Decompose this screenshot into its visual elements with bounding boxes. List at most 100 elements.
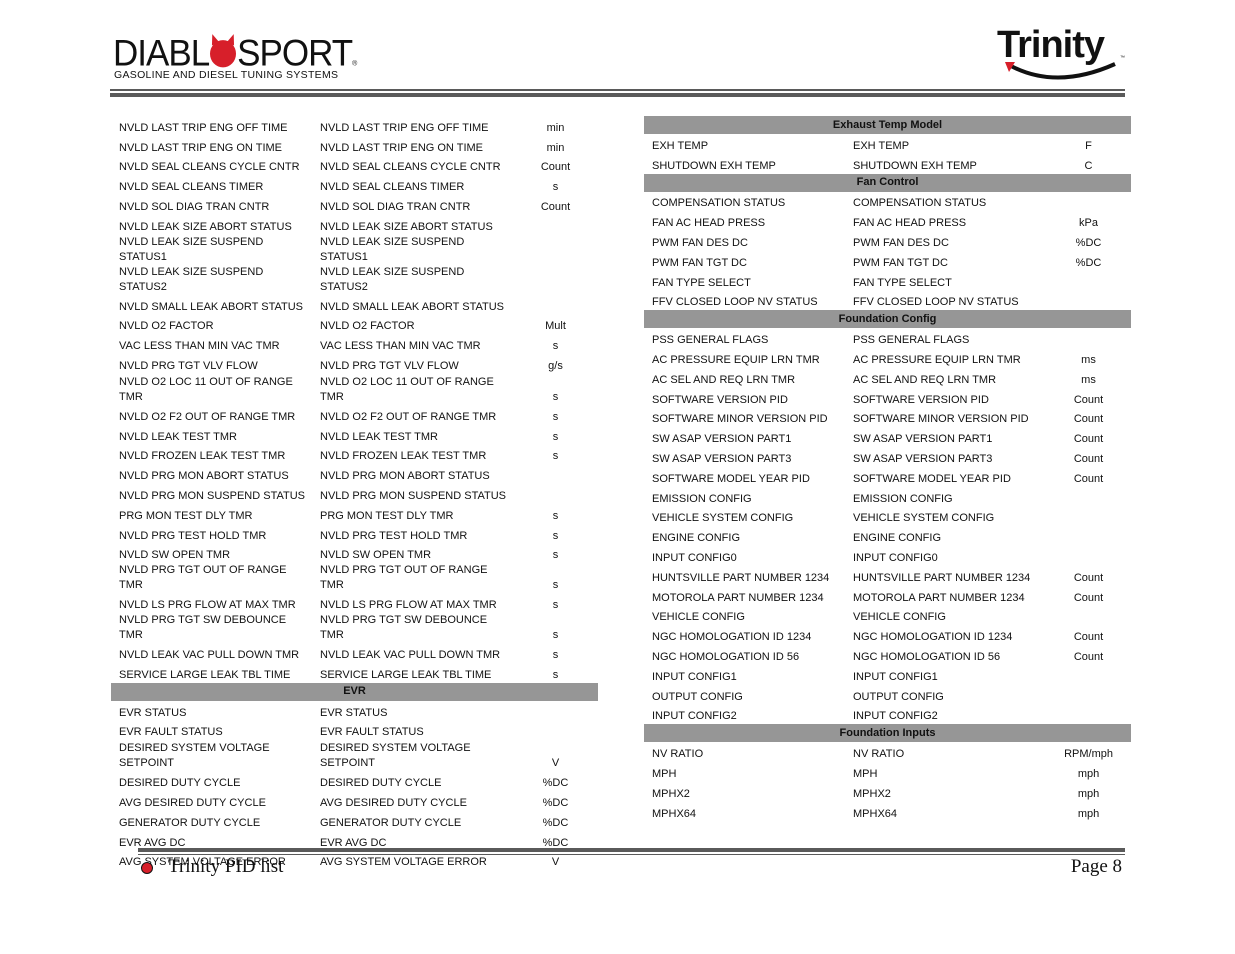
table-row: ENGINE CONFIG ENGINE CONFIG [644, 526, 1131, 546]
table-row: NVLD SOL DIAG TRAN CNTR NVLD SOL DIAG TRA… [111, 195, 598, 215]
pid-unit [1046, 487, 1131, 507]
pid-unit: ms [1081, 373, 1096, 386]
pid-name: NVLD SMALL LEAK ABORT STATUS [119, 300, 304, 313]
pid-unit: Count [540, 200, 571, 213]
table-row: MPHX64 MPHX64 mph [644, 802, 1131, 822]
swoosh-icon [1005, 62, 1116, 80]
pid-unit: mph [1077, 787, 1100, 800]
section-title: EVR [111, 682, 598, 701]
pid-unit: Mult [545, 320, 566, 333]
pid-name: MPH [652, 767, 677, 780]
pid-unit: s [552, 599, 559, 612]
table-row: NVLD SMALL LEAK ABORT STATUS NVLD SMALL L… [111, 295, 598, 315]
table-row: NVLD LEAK VAC PULL DOWN TMR NVLD LEAK VAC… [111, 643, 598, 663]
pid-name: OUTPUT CONFIG [652, 690, 743, 703]
table-row: NVLD LAST TRIP ENG ON TIME NVLD LAST TRIP… [111, 136, 598, 156]
pid-unit: s [552, 549, 559, 562]
table-row: NVLD LEAK SIZE SUSPEND STATUS1 NVLD LEAK … [111, 235, 598, 265]
pid-unit [1046, 507, 1131, 527]
table-row: SOFTWARE VERSION PID SOFTWARE VERSION PID… [644, 388, 1131, 408]
pid-description: NVLD PRG MON SUSPEND STATUS [320, 489, 507, 502]
pid-name: NVLD LEAK VAC PULL DOWN TMR [119, 648, 300, 661]
pid-name: NV RATIO [652, 748, 704, 761]
pid-description: DESIRED DUTY CYCLE [320, 777, 442, 790]
table-row: MPHX2 MPHX2 mph [644, 782, 1131, 802]
pid-name: NVLD O2 FACTOR [119, 320, 214, 333]
table-row: NVLD O2 FACTOR NVLD O2 FACTOR Mult [111, 315, 598, 335]
table-row: SHUTDOWN EXH TEMP SHUTDOWN EXH TEMP C [644, 154, 1131, 174]
pid-unit: mph [1077, 807, 1100, 820]
pid-unit: ms [1081, 353, 1096, 366]
pid-unit [513, 235, 598, 265]
table-row: EVR STATUS EVR STATUS [111, 701, 598, 721]
pid-description: VAC LESS THAN MIN VAC TMR [320, 340, 481, 353]
table-row: VEHICLE SYSTEM CONFIG VEHICLE SYSTEM CONF… [644, 507, 1131, 527]
pid-unit [513, 464, 598, 484]
pid-name: EVR FAULT STATUS [119, 726, 223, 739]
table-row: NVLD SEAL CLEANS CYCLE CNTR NVLD SEAL CLE… [111, 156, 598, 176]
table-row: DESIRED SYSTEM VOLTAGE SETPOINT DESIRED S… [111, 740, 598, 771]
pid-unit: s [552, 390, 559, 403]
table-row: PSS GENERAL FLAGS PSS GENERAL FLAGS [644, 328, 1131, 348]
left-pid-table: NVLD LAST TRIP ENG OFF TIME NVLD LAST TRI… [111, 116, 598, 870]
pid-unit [1046, 665, 1131, 685]
diablosport-logo: DIABL SPORT® GASOLINE AND DIESEL TUNING S… [113, 34, 363, 82]
pid-name: AVG DESIRED DUTY CYCLE [119, 796, 266, 809]
pid-description: FAN TYPE SELECT [853, 276, 952, 289]
pid-unit [1046, 271, 1131, 291]
pid-unit [1046, 328, 1131, 348]
pid-description: NVLD O2 LOC 11 OUT OF RANGE TMR [320, 375, 494, 403]
pid-name: NVLD LAST TRIP ENG OFF TIME [119, 121, 288, 134]
pid-description: SOFTWARE MODEL YEAR PID [853, 472, 1011, 485]
table-row: NVLD PRG TEST HOLD TMR NVLD PRG TEST HOLD… [111, 524, 598, 544]
pid-name: VAC LESS THAN MIN VAC TMR [119, 340, 280, 353]
pid-name: PSS GENERAL FLAGS [652, 334, 769, 347]
pid-unit [1046, 526, 1131, 546]
pid-name: NVLD LAST TRIP ENG ON TIME [119, 141, 283, 154]
pid-description: NVLD LEAK TEST TMR [320, 430, 438, 443]
section-title: Exhaust Temp Model [644, 116, 1132, 134]
devil-head-icon [210, 40, 237, 68]
pid-description: NVLD PRG TGT OUT OF RANGE TMR [320, 564, 488, 592]
pid-unit: s [552, 509, 559, 522]
pid-name: NVLD FROZEN LEAK TEST TMR [119, 450, 286, 463]
pid-description: NVLD O2 FACTOR [320, 320, 415, 333]
table-row: GENERATOR DUTY CYCLE GENERATOR DUTY CYCLE… [111, 811, 598, 831]
pid-name: NVLD LEAK SIZE SUSPEND STATUS1 [119, 235, 264, 263]
pid-unit [513, 295, 598, 315]
pid-name: GENERATOR DUTY CYCLE [119, 816, 261, 829]
right-pid-table-body: Exhaust Temp Model EXH TEMP EXH TEMP F SHUTD… [644, 116, 1132, 822]
table-row: COMPENSATION STATUS COMPENSATION STATUS [644, 192, 1131, 212]
registered-mark: ® [352, 60, 357, 68]
section-title: Foundation Config [644, 310, 1132, 329]
section-header: Fan Control [644, 173, 1132, 192]
pid-description: INPUT CONFIG2 [853, 710, 938, 723]
pid-unit [1046, 685, 1131, 705]
pid-description: EXH TEMP [853, 139, 910, 152]
pid-unit: s [552, 668, 559, 681]
pid-description: NVLD LEAK VAC PULL DOWN TMR [320, 648, 501, 661]
pid-description: NVLD LAST TRIP ENG ON TIME [320, 141, 484, 154]
pid-unit: s [552, 410, 559, 423]
table-row: NVLD PRG MON SUSPEND STATUS NVLD PRG MON … [111, 484, 598, 504]
pid-unit: Count [1073, 393, 1104, 406]
pid-unit [1046, 705, 1131, 725]
pid-description: NGC HOMOLOGATION ID 56 [853, 650, 1001, 663]
pid-description: OUTPUT CONFIG [853, 690, 944, 703]
footer-title: Trinity PID list [168, 856, 284, 877]
pid-name: NVLD LEAK TEST TMR [119, 430, 237, 443]
pid-name: SW ASAP VERSION PART3 [652, 452, 792, 465]
pid-description: INPUT CONFIG1 [853, 670, 938, 683]
pid-name: SW ASAP VERSION PART1 [652, 433, 792, 446]
table-row: INPUT CONFIG0 INPUT CONFIG0 [644, 546, 1131, 566]
trinity-logo: Trinity ™ [997, 24, 1127, 82]
pid-unit [513, 721, 598, 741]
pid-unit: V [551, 757, 560, 770]
pid-name: COMPENSATION STATUS [652, 197, 786, 210]
pid-name: NVLD PRG TGT VLV FLOW [119, 359, 258, 372]
table-row: MPH MPH mph [644, 762, 1131, 782]
page-number: Page 8 [1070, 856, 1122, 877]
pid-name: VEHICLE CONFIG [652, 611, 745, 624]
pid-description: COMPENSATION STATUS [853, 197, 987, 210]
pid-description: MPH [853, 767, 878, 780]
